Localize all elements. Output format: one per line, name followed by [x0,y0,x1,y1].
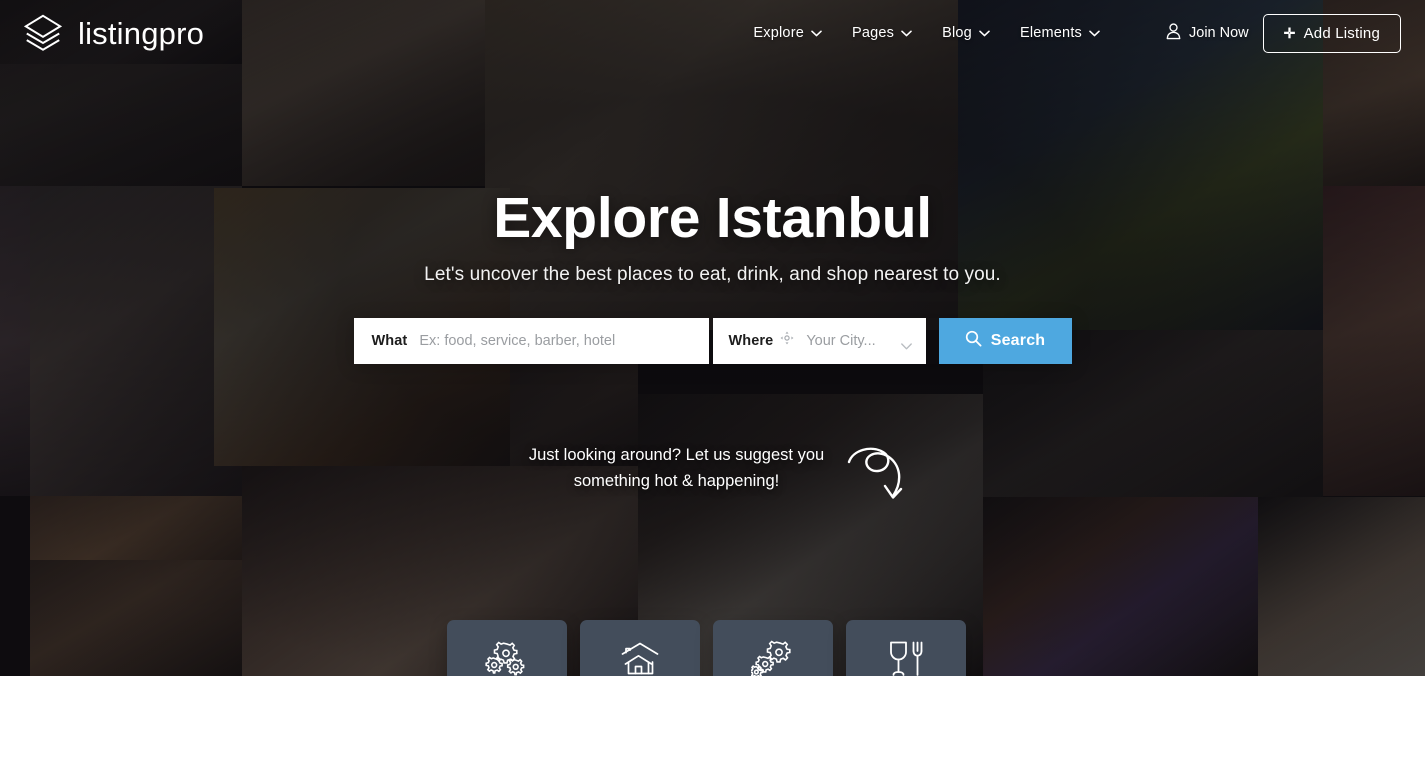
join-now-button[interactable]: Join Now [1166,22,1249,44]
user-icon [1166,22,1181,44]
main-navigation: Explore Pages Blog Elements Join Now ✛ A… [753,13,1401,53]
hero-section: listingpro Explore Pages Blog Elements J… [0,0,1425,676]
chevron-down-icon [901,30,912,37]
suggestion-callout: Just looking around? Let us suggest you … [517,442,909,502]
nav-item-pages[interactable]: Pages [852,25,912,41]
nav-item-explore[interactable]: Explore [753,25,822,41]
suggestion-text: Just looking around? Let us suggest you … [527,442,827,494]
category-tile-restaurant[interactable]: Restaurant [846,620,966,676]
nav-label: Blog [942,25,972,41]
where-label: Where [728,332,774,349]
magnifier-icon [965,330,982,352]
suggestion-line-2: something hot & happening! [573,471,780,490]
layers-icon [22,12,64,54]
where-field[interactable]: Where [712,317,926,364]
category-tile-automotive[interactable]: Automotive [447,620,567,676]
chevron-down-icon [1089,30,1100,37]
gears-icon [485,640,529,677]
plus-icon: ✛ [1283,25,1296,41]
nav-item-blog[interactable]: Blog [942,25,990,41]
add-listing-label: Add Listing [1303,24,1380,42]
house-icon [619,640,661,677]
what-field[interactable]: What [353,317,709,364]
category-tiles: Automotive Real Estate [447,620,966,676]
gears-icon [749,639,795,676]
hero-content: Explore Istanbul Let's uncover the best … [0,0,1425,676]
chevron-down-icon[interactable] [900,337,912,355]
site-header: listingpro Explore Pages Blog Elements J… [0,0,1425,66]
suggestion-line-1: Just looking around? Let us suggest you [528,445,825,464]
category-tile-real-estate[interactable]: Real Estate [580,620,700,676]
what-label: What [371,332,408,349]
curly-arrow-icon [845,442,909,502]
nav-label: Pages [852,25,895,41]
brand-name: listingpro [78,15,205,51]
join-now-label: Join Now [1189,25,1249,41]
nav-item-elements[interactable]: Elements [1020,25,1100,41]
add-listing-button[interactable]: ✛ Add Listing [1262,13,1401,53]
category-tile-services[interactable]: Services [713,620,833,676]
nav-label: Explore [753,25,804,41]
chevron-down-icon [811,30,822,37]
wineglass-fork-icon [886,639,926,677]
hero-subtitle: Let's uncover the best places to eat, dr… [424,263,1001,285]
crosshair-locate-icon[interactable] [780,331,794,350]
brand-logo[interactable]: listingpro [22,12,204,54]
search-button[interactable]: Search [938,317,1072,364]
header-actions: Join Now ✛ Add Listing [1166,13,1401,53]
chevron-down-icon [979,30,990,37]
page-title: Explore Istanbul [493,186,932,250]
search-button-label: Search [990,331,1046,349]
search-bar: What Where [353,317,1072,364]
nav-label: Elements [1019,25,1082,41]
search-input-what[interactable] [419,332,709,349]
